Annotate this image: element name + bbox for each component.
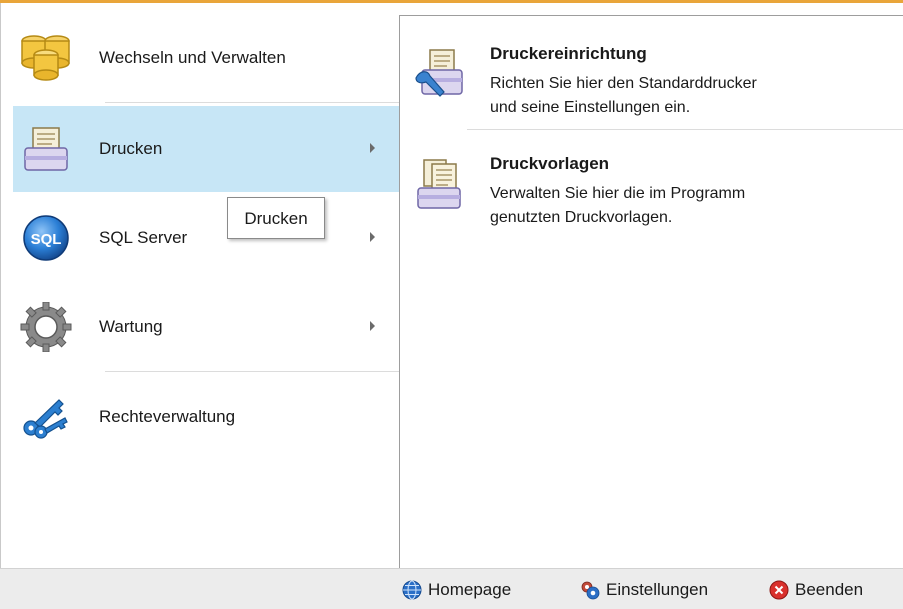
svg-text:SQL: SQL [31, 231, 62, 248]
submenu-arrow-icon [370, 143, 375, 153]
submenu-item-title: Druckvorlagen [490, 154, 610, 173]
menu-item-sql-server[interactable]: SQL SQL Server [13, 195, 399, 281]
menu-separator [105, 371, 399, 372]
main-menu-list: Wechseln und Verwalten Drucken SQL SQL S… [13, 15, 399, 560]
exit-button[interactable]: Beenden [769, 579, 863, 601]
globe-icon [402, 580, 422, 600]
homepage-label: Homepage [428, 580, 512, 599]
homepage-button[interactable]: Homepage [402, 579, 511, 601]
settings-label: Einstellungen [606, 580, 709, 599]
printer-icon [24, 127, 68, 171]
keys-icon [23, 399, 68, 439]
submenu-separator [467, 129, 903, 130]
tooltip: Drucken [227, 197, 325, 239]
submenu-item-description-line2: genutzten Druckvorlagen. [490, 209, 673, 226]
menu-item-wartung[interactable]: Wartung [13, 284, 399, 370]
menu-item-drucken[interactable]: Drucken [13, 106, 399, 192]
submenu-arrow-icon [370, 232, 375, 242]
exit-label: Beenden [795, 580, 864, 599]
submenu-item-title: Druckereinrichtung [490, 44, 647, 63]
menu-footer-bar: Homepage Einstellungen Beenden [0, 568, 903, 609]
submenu-item-druckereinrichtung[interactable]: Druckereinrichtung Richten Sie hier den … [400, 24, 903, 134]
menu-item-label: SQL Server [99, 228, 188, 247]
menu-item-label: Rechteverwaltung [99, 407, 236, 426]
submenu-item-description-line1: Verwalten Sie hier die im Programm [490, 185, 746, 202]
menu-item-label: Wartung [99, 317, 163, 336]
submenu-panel: Druckereinrichtung Richten Sie hier den … [399, 15, 903, 571]
menu-item-wechseln-verwalten[interactable]: Wechseln und Verwalten [13, 15, 399, 101]
printer-setup-icon [415, 49, 463, 97]
gear-icon [20, 302, 72, 352]
sql-icon: SQL [23, 215, 69, 261]
submenu-item-druckvorlagen[interactable]: Druckvorlagen Verwalten Sie hier die im … [400, 134, 903, 244]
menu-separator [105, 102, 399, 103]
settings-button[interactable]: Einstellungen [580, 579, 708, 601]
exit-icon [769, 580, 789, 600]
menu-item-label: Drucken [99, 139, 163, 158]
submenu-item-description-line2: und seine Einstellungen ein. [490, 99, 691, 116]
submenu-item-description-line1: Richten Sie hier den Standarddrucker [490, 75, 757, 92]
menu-item-rechteverwaltung[interactable]: Rechteverwaltung [13, 374, 399, 460]
database-stack-icon [21, 35, 70, 81]
application-menu: Wechseln und Verwalten Drucken SQL SQL S… [0, 3, 903, 571]
menu-item-label: Wechseln und Verwalten [99, 48, 286, 67]
print-templates-icon [417, 159, 461, 209]
settings-gears-icon [581, 581, 600, 600]
submenu-arrow-icon [370, 321, 375, 331]
